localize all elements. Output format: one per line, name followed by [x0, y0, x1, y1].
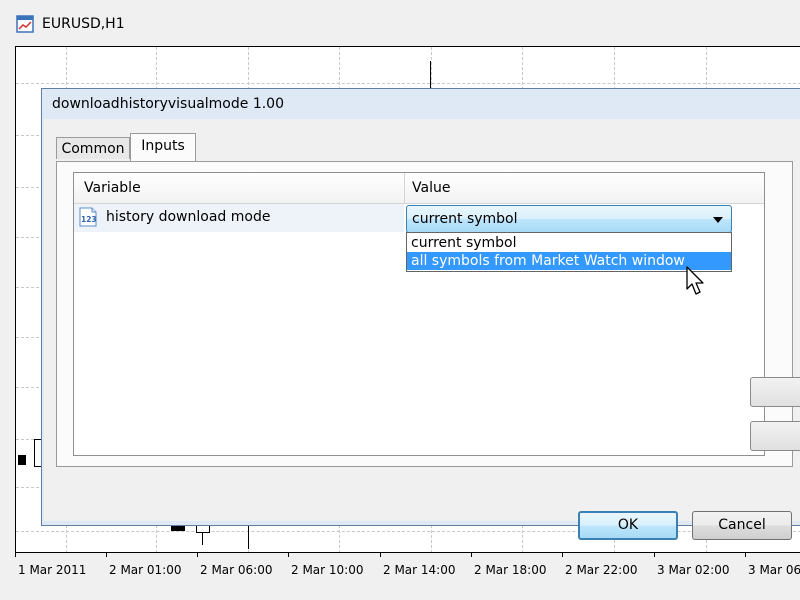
- time-axis: [15, 552, 800, 553]
- candle-wick: [202, 533, 203, 545]
- dialog-body: Common Inputs Variable Value 123 history…: [44, 119, 800, 540]
- chart-window-title: EURUSD,H1: [42, 16, 125, 32]
- time-tick: [106, 552, 107, 557]
- variable-cell[interactable]: 123 history download mode: [74, 204, 404, 232]
- time-label: 3 Mar 02:00: [657, 563, 730, 577]
- time-tick: [380, 552, 381, 557]
- chart-window-icon: [16, 15, 34, 33]
- cancel-button[interactable]: Cancel: [692, 511, 792, 540]
- table-row[interactable]: 123 history download mode current symbol: [74, 204, 764, 233]
- inputs-grid: Variable Value 123 history download mode: [73, 172, 765, 456]
- column-header-variable[interactable]: Variable: [84, 180, 141, 196]
- time-label: 2 Mar 06:00: [200, 563, 273, 577]
- time-tick: [288, 552, 289, 557]
- time-label: 2 Mar 14:00: [383, 563, 456, 577]
- time-tick: [654, 552, 655, 557]
- time-label: 2 Mar 18:00: [474, 563, 547, 577]
- dropdown-option-all-symbols[interactable]: all symbols from Market Watch window: [407, 252, 731, 270]
- dialog-title: downloadhistoryvisualmode 1.00: [52, 96, 284, 112]
- side-button[interactable]: [750, 421, 800, 451]
- chevron-down-icon[interactable]: [713, 217, 723, 223]
- time-label: 1 Mar 2011: [18, 563, 87, 577]
- variable-name: history download mode: [106, 209, 271, 225]
- grid-header: Variable Value: [74, 173, 764, 204]
- time-label: 3 Mar 06:00: [748, 563, 800, 577]
- time-tick: [562, 552, 563, 557]
- candle-wick: [430, 61, 431, 91]
- time-tick: [471, 552, 472, 557]
- ok-button[interactable]: OK: [578, 511, 678, 540]
- dropdown-option-current-symbol[interactable]: current symbol: [407, 234, 731, 252]
- candle-wick: [248, 523, 249, 549]
- svg-text:123: 123: [81, 215, 97, 224]
- mouse-cursor-icon: [686, 266, 704, 295]
- expert-properties-dialog: downloadhistoryvisualmode 1.00 Common In…: [41, 88, 800, 540]
- candle-body: [18, 455, 26, 465]
- chart-window-titlebar: EURUSD,H1: [0, 0, 800, 44]
- inputs-tab-panel: Variable Value 123 history download mode: [56, 161, 793, 467]
- grid-line: [16, 531, 800, 532]
- column-header-value[interactable]: Value: [412, 180, 450, 196]
- value-dropdown-selected: current symbol: [412, 211, 518, 227]
- time-label: 2 Mar 10:00: [291, 563, 364, 577]
- side-button[interactable]: [750, 377, 800, 407]
- number-param-icon: 123: [79, 207, 97, 227]
- value-dropdown[interactable]: current symbol: [406, 205, 732, 233]
- time-tick: [745, 552, 746, 557]
- time-label: 2 Mar 01:00: [109, 563, 182, 577]
- tab-common[interactable]: Common: [56, 137, 130, 159]
- time-tick: [15, 552, 16, 557]
- grid-line: [16, 83, 800, 84]
- tab-inputs[interactable]: Inputs: [130, 133, 196, 161]
- column-separator[interactable]: [404, 173, 405, 203]
- time-label: 2 Mar 22:00: [565, 563, 638, 577]
- time-tick: [197, 552, 198, 557]
- dropdown-list: current symbol all symbols from Market W…: [406, 232, 732, 272]
